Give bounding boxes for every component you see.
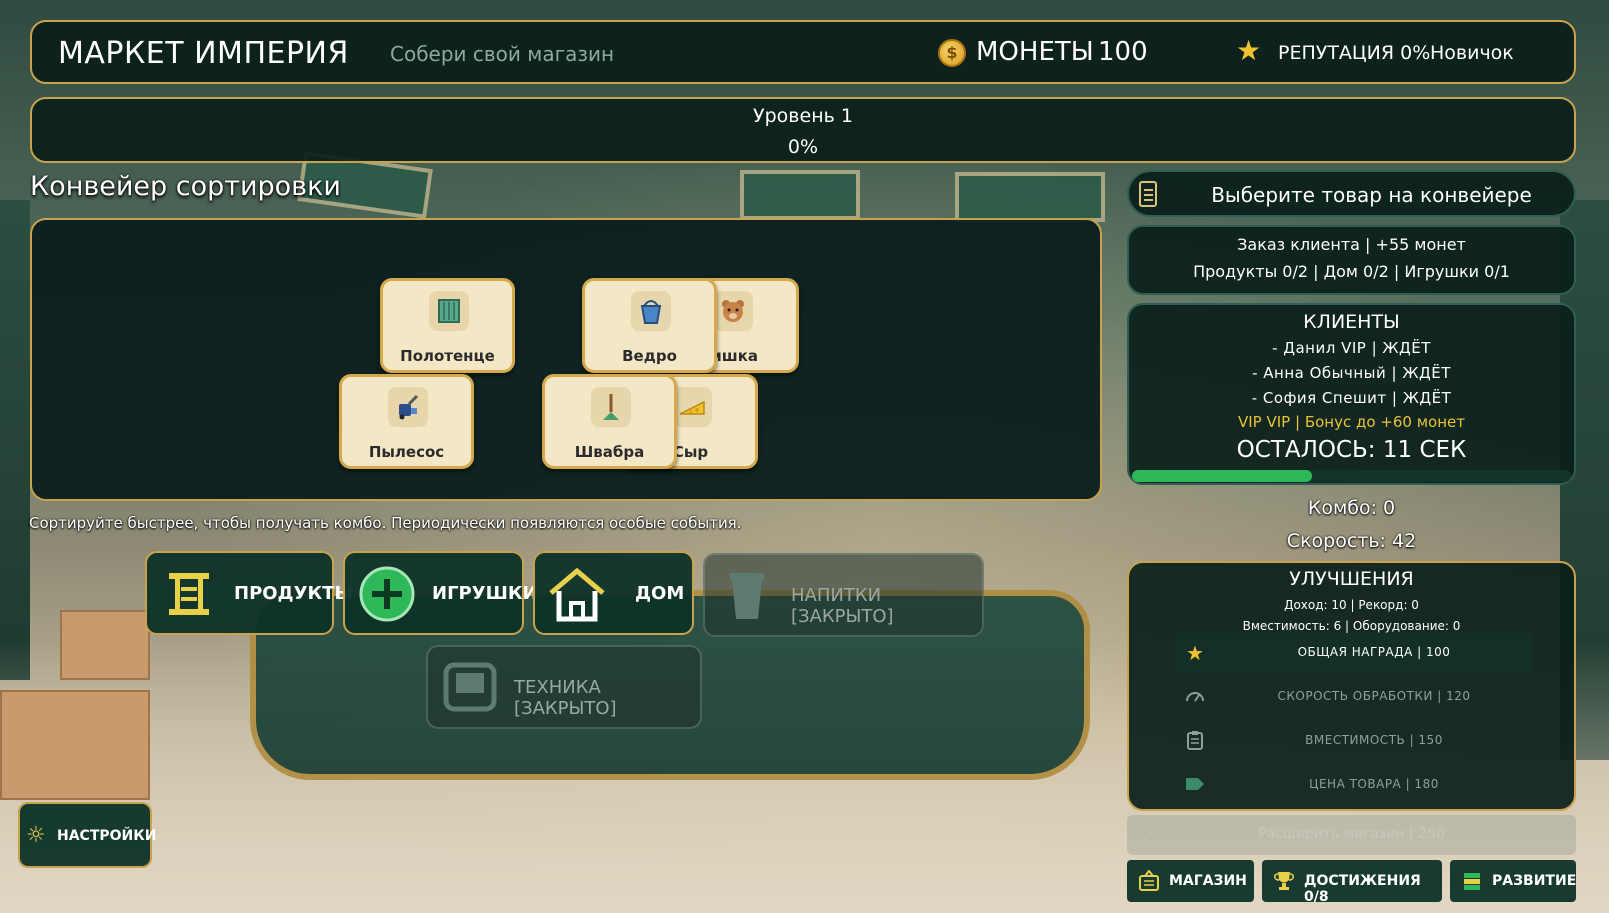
conveyor-item-vacuum[interactable]: Пылесос bbox=[339, 374, 474, 469]
level-label: Уровень 1 bbox=[753, 105, 853, 127]
reputation-label: РЕПУТАЦИЯ 0% bbox=[1278, 42, 1431, 64]
shelf-icon bbox=[159, 565, 219, 625]
bucket-icon bbox=[631, 291, 671, 331]
conveyor-item-bucket[interactable]: Ведро bbox=[582, 278, 717, 373]
upgrade-item-price[interactable]: ЦЕНА ТОВАРА | 180 bbox=[1175, 765, 1533, 805]
upgrades-stats-income: Доход: 10 | Рекорд: 0 bbox=[1284, 598, 1419, 612]
upgrade-label: ОБЩАЯ НАГРАДА | 100 bbox=[1297, 645, 1451, 659]
settings-label: НАСТРОЙКИ bbox=[57, 828, 157, 844]
expand-store-label: Расширить магазин | 250 bbox=[1258, 826, 1445, 842]
trophy-icon bbox=[1272, 870, 1296, 892]
category-button-electronics[interactable]: ТЕХНИКА [ЗАКРЫТО] bbox=[426, 645, 702, 729]
upgrade-label: ВМЕСТИМОСТЬ | 150 bbox=[1305, 733, 1443, 747]
select-item-banner: Выберите товар на конвейере bbox=[1127, 170, 1576, 217]
game-subtitle: Собери свой магазин bbox=[390, 42, 615, 66]
client-row: - Анна Обычный | ЖДЁТ bbox=[1252, 364, 1451, 382]
gauge-icon bbox=[1183, 685, 1207, 709]
conveyor-item-mop[interactable]: Швабра bbox=[542, 374, 677, 469]
upgrade-processing-speed[interactable]: СКОРОСТЬ ОБРАБОТКИ | 120 bbox=[1175, 677, 1533, 717]
category-label: ТЕХНИКА [ЗАКРЫТО] bbox=[514, 677, 617, 719]
star-icon: ★ bbox=[1236, 34, 1262, 67]
background-box bbox=[0, 690, 150, 800]
select-item-prompt: Выберите товар на конвейере bbox=[1211, 183, 1532, 207]
background-sign bbox=[740, 170, 860, 220]
category-label: ПРОДУКТЫ bbox=[234, 583, 354, 604]
cheese-icon bbox=[672, 387, 712, 427]
upgrades-stats-capacity: Вместимость: 6 | Оборудование: 0 bbox=[1242, 619, 1461, 633]
upgrade-label: СКОРОСТЬ ОБРАБОТКИ | 120 bbox=[1277, 689, 1471, 703]
coins-label: МОНЕТЫ bbox=[976, 37, 1094, 67]
achievements-label: ДОСТИЖЕНИЯ 0/8 bbox=[1304, 873, 1421, 905]
towel-icon bbox=[429, 291, 469, 331]
development-button[interactable]: РАЗВИТИЕ bbox=[1450, 860, 1576, 902]
level-percent: 0% bbox=[787, 136, 819, 158]
customer-order-panel: Заказ клиента | +55 монет Продукты 0/2 |… bbox=[1127, 225, 1576, 295]
gear-icon: ☼ bbox=[26, 823, 46, 848]
upgrade-total-reward[interactable]: ★ ОБЩАЯ НАГРАДА | 100 bbox=[1175, 633, 1533, 673]
house-icon bbox=[547, 565, 607, 625]
development-label: РАЗВИТИЕ bbox=[1492, 873, 1577, 889]
coin-icon: $ bbox=[938, 39, 966, 67]
combo-counter: Комбо: 0 bbox=[1307, 497, 1396, 519]
category-button-drinks[interactable]: НАПИТКИ [ЗАКРЫТО] bbox=[703, 553, 984, 637]
shop-label: МАГАЗИН bbox=[1169, 873, 1247, 889]
teddy-bear-icon bbox=[713, 291, 753, 331]
order-requirements: Продукты 0/2 | Дом 0/2 | Игрушки 0/1 bbox=[1193, 262, 1510, 281]
conveyor-item-label: Ведро bbox=[622, 347, 677, 365]
timer-progress-fill bbox=[1132, 470, 1312, 482]
client-row: - София Спешит | ЖДЁТ bbox=[1251, 389, 1452, 407]
achievements-button[interactable]: ДОСТИЖЕНИЯ 0/8 bbox=[1262, 860, 1442, 905]
upgrade-label: ЦЕНА ТОВАРА | 180 bbox=[1309, 777, 1439, 791]
order-title: Заказ клиента | +55 монет bbox=[1237, 235, 1466, 254]
plus-circle-icon bbox=[357, 565, 417, 625]
category-button-products[interactable]: ПРОДУКТЫ bbox=[145, 551, 353, 635]
mop-icon bbox=[591, 387, 631, 427]
conveyor-belt: Полотенце ишка Ведро Пылесос Сыр Швабра bbox=[30, 218, 1102, 501]
clipboard-icon bbox=[1183, 729, 1207, 753]
clients-panel: КЛИЕНТЫ - Данил VIP | ЖДЁТ - Анна Обычны… bbox=[1127, 303, 1576, 485]
tag-icon bbox=[1183, 773, 1207, 797]
stack-icon bbox=[1460, 870, 1484, 892]
conveyor-item-towel[interactable]: Полотенце bbox=[380, 278, 515, 373]
game-title: МАРКЕТ ИМПЕРИЯ bbox=[58, 36, 349, 71]
upgrades-panel: УЛУЧШЕНИЯ Доход: 10 | Рекорд: 0 Вместимо… bbox=[1127, 561, 1576, 811]
top-bar: МАРКЕТ ИМПЕРИЯ Собери свой магазин $ МОН… bbox=[30, 20, 1576, 84]
background-shelf-left bbox=[0, 200, 30, 680]
background-box bbox=[60, 610, 150, 680]
conveyor-item-label: Полотенце bbox=[400, 347, 495, 365]
vacuum-icon bbox=[388, 387, 428, 427]
upgrade-capacity[interactable]: ВМЕСТИМОСТЬ | 150 bbox=[1175, 721, 1533, 761]
level-bar: Уровень 1 0% bbox=[30, 97, 1576, 163]
category-label: НАПИТКИ [ЗАКРЫТО] bbox=[791, 585, 894, 627]
category-button-toys[interactable]: ИГРУШКИ bbox=[343, 551, 538, 635]
coins-value: 100 bbox=[1098, 37, 1148, 67]
shop-button[interactable]: МАГАЗИН bbox=[1127, 860, 1254, 902]
category-button-home[interactable]: ДОМ bbox=[533, 551, 694, 635]
client-row: - Данил VIP | ЖДЁТ bbox=[1272, 339, 1431, 357]
cup-icon bbox=[717, 567, 777, 627]
rank-label: Новичок bbox=[1430, 42, 1514, 64]
hint-text: Сортируйте быстрее, чтобы получать комбо… bbox=[29, 514, 742, 532]
conveyor-item-label: Пылесос bbox=[368, 443, 445, 461]
category-label: ДОМ bbox=[635, 583, 685, 604]
monitor-icon bbox=[440, 659, 500, 719]
star-icon: ★ bbox=[1186, 641, 1204, 665]
clients-title: КЛИЕНТЫ bbox=[1303, 311, 1400, 333]
expand-store-button[interactable]: ⇱ Расширить магазин | 250 bbox=[1127, 815, 1576, 855]
category-label: ИГРУШКИ bbox=[432, 583, 538, 604]
conveyor-title: Конвейер сортировки bbox=[30, 171, 341, 202]
background-sign bbox=[955, 172, 1105, 222]
upgrades-title: УЛУЧШЕНИЯ bbox=[1289, 568, 1414, 590]
timer-text: ОСТАЛОСЬ: 11 СЕК bbox=[1236, 437, 1467, 463]
conveyor-item-label: Швабра bbox=[574, 443, 645, 461]
speed-counter: Скорость: 42 bbox=[1286, 530, 1417, 552]
basket-icon bbox=[1137, 869, 1161, 892]
settings-button[interactable]: ☼ НАСТРОЙКИ bbox=[18, 802, 156, 868]
vip-bonus-text: VIP VIP | Бонус до +60 монет bbox=[1238, 413, 1465, 431]
